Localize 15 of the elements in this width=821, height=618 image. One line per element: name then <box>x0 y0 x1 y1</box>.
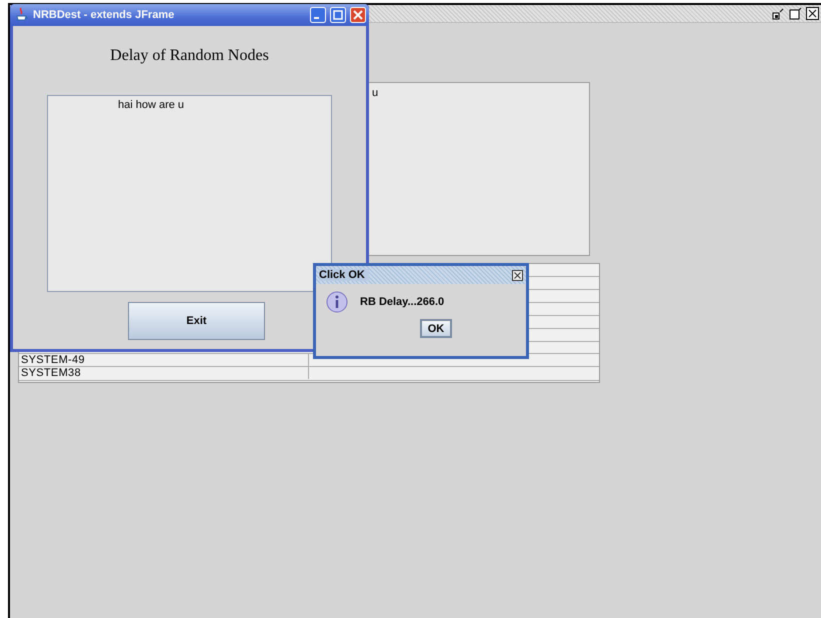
coffee-cup-icon <box>15 7 29 23</box>
table-cell: SYSTEM38 <box>19 367 309 379</box>
dialog-title: Click OK <box>319 269 369 281</box>
close-icon[interactable] <box>512 270 523 280</box>
maximize-icon[interactable] <box>789 7 802 20</box>
text-area[interactable]: u <box>368 82 590 256</box>
iconify-icon[interactable] <box>772 7 785 20</box>
message-text: RB Delay...266.0 <box>360 296 444 308</box>
ok-button[interactable]: OK <box>420 319 452 338</box>
window-title: NRBDest - extends JFrame <box>33 9 176 21</box>
info-icon <box>326 291 348 313</box>
exit-button[interactable]: Exit <box>128 302 265 340</box>
close-icon[interactable] <box>806 7 819 20</box>
heading: Delay of Random Nodes <box>109 47 270 65</box>
minimize-icon[interactable] <box>310 7 326 23</box>
